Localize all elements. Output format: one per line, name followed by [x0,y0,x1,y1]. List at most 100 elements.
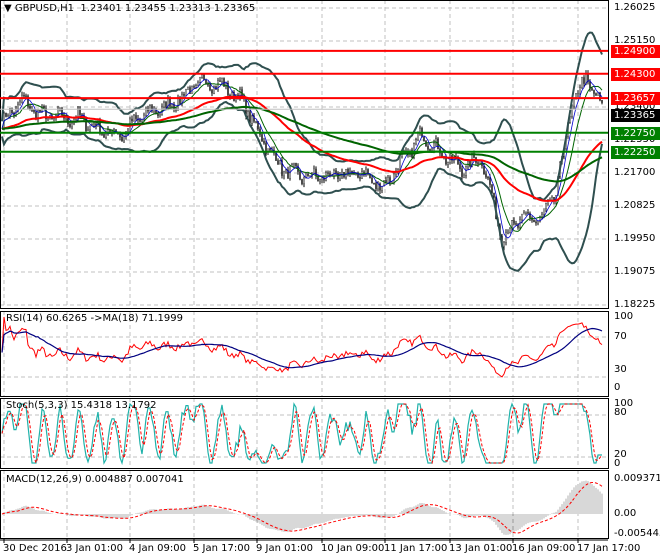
rsi-title: RSI(14) 60.6265 ->MA(18) 71.1999 [6,313,183,324]
candle-body [275,152,277,161]
candle-body [345,168,347,178]
candle-body [263,141,265,144]
candle-body [525,212,527,214]
candle-body [87,129,89,132]
time-axis-label: 11 Jan 17:00 [384,543,448,554]
candle-body [335,170,337,174]
candle-body [251,115,253,124]
macd-axis-zero: 0.00 [614,508,637,519]
candle-body [197,82,199,86]
time-axis-label: 30 Dec 2016 [3,543,67,554]
candle-body [387,177,389,184]
candle-body [131,118,133,122]
candle-body [459,164,461,169]
candle-body [329,173,331,176]
candle-body [133,115,135,122]
candle-body [307,173,309,177]
candle-body [193,86,195,88]
candle-body [447,162,449,165]
candle-body [509,228,511,233]
candle-body [33,109,35,112]
candle-body [7,115,9,117]
macd-axis-max: 0.009371 [614,473,660,484]
candle-body [577,93,579,95]
stoch-axis-0: 0 [614,458,621,469]
candle-body [533,219,535,223]
candle-body [149,105,151,112]
collapse-arrow-icon[interactable]: ▼ [4,3,12,14]
candle-body [315,168,317,176]
candle-body [595,93,597,96]
candle-body [299,171,301,180]
candle-body [103,134,105,138]
bollinger-upper [1,31,603,201]
candle-body [333,170,335,176]
candle-body [371,177,373,184]
price-axis-label: 1.18225 [614,299,656,310]
candle-body [465,166,467,176]
ma-blue [1,79,603,239]
stoch-axis-80: 80 [614,407,627,418]
rsi-axis-30: 30 [614,364,627,375]
chart-window[interactable]: ▼ GBPUSD,H1 1.23401 1.23455 1.23313 1.23… [0,0,660,560]
candle-body [585,73,587,84]
candle-body [373,182,375,185]
candle-body [207,84,209,86]
candle-body [277,160,279,165]
candle-body [319,179,321,182]
candle-body [541,214,543,217]
level-tag: 1.22250 [611,145,660,159]
time-axis-label: 13 Jan 01:00 [449,543,513,554]
candle-body [183,94,185,96]
candle-body [69,123,71,127]
panel-border [0,311,609,397]
candle-body [399,156,401,171]
candle-body [301,179,303,185]
candle-body [393,173,395,183]
candle-body [537,220,539,224]
candle-body [139,119,141,122]
level-tag: 1.23657 [611,92,660,106]
time-axis-label: 4 Jan 09:00 [129,543,186,554]
ohlc-values: 1.23401 1.23455 1.23313 1.23365 [80,3,256,14]
candle-body [39,110,41,112]
candle-body [121,136,123,141]
level-tag: 1.24900 [611,44,660,58]
price-axis-label: 1.21700 [614,167,656,178]
candle-body [591,88,593,91]
candle-body [313,168,315,174]
candle-body [483,165,485,175]
candle-body [503,242,505,247]
chart-header: ▼ GBPUSD,H1 1.23401 1.23455 1.23313 1.23… [4,3,255,14]
candle-body [309,175,311,177]
candle-body [221,78,223,82]
candle-body [433,142,435,152]
candle-body [589,81,591,89]
candle-body [583,77,585,84]
candle-body [579,87,581,94]
candle-body [379,183,381,191]
candle-body [195,85,197,88]
candle-body [123,136,125,141]
candle-body [185,89,187,96]
candle-body [285,169,287,173]
candle-body [581,77,583,88]
price-axis-label: 1.19950 [614,233,656,244]
current-price-tag: 1.23365 [611,109,660,123]
candle-body [477,162,479,164]
candle-body [487,176,489,179]
candle-body [515,223,517,225]
candle-body [521,213,523,221]
candle-body [9,109,11,116]
rsi-axis-70: 70 [614,331,627,342]
time-axis-label: 5 Jan 17:00 [193,543,250,554]
candle-body [141,119,143,122]
candle-body [89,125,91,131]
candle-body [593,90,595,94]
candle-body [493,193,495,198]
candle-body [199,77,201,83]
candle-body [177,98,179,111]
macd-title: MACD(12,26,9) 0.004887 0.007041 [6,474,184,485]
candle-body [551,197,553,201]
stoch-title: Stoch(5,3,3) 15.4318 13.1792 [6,400,157,411]
